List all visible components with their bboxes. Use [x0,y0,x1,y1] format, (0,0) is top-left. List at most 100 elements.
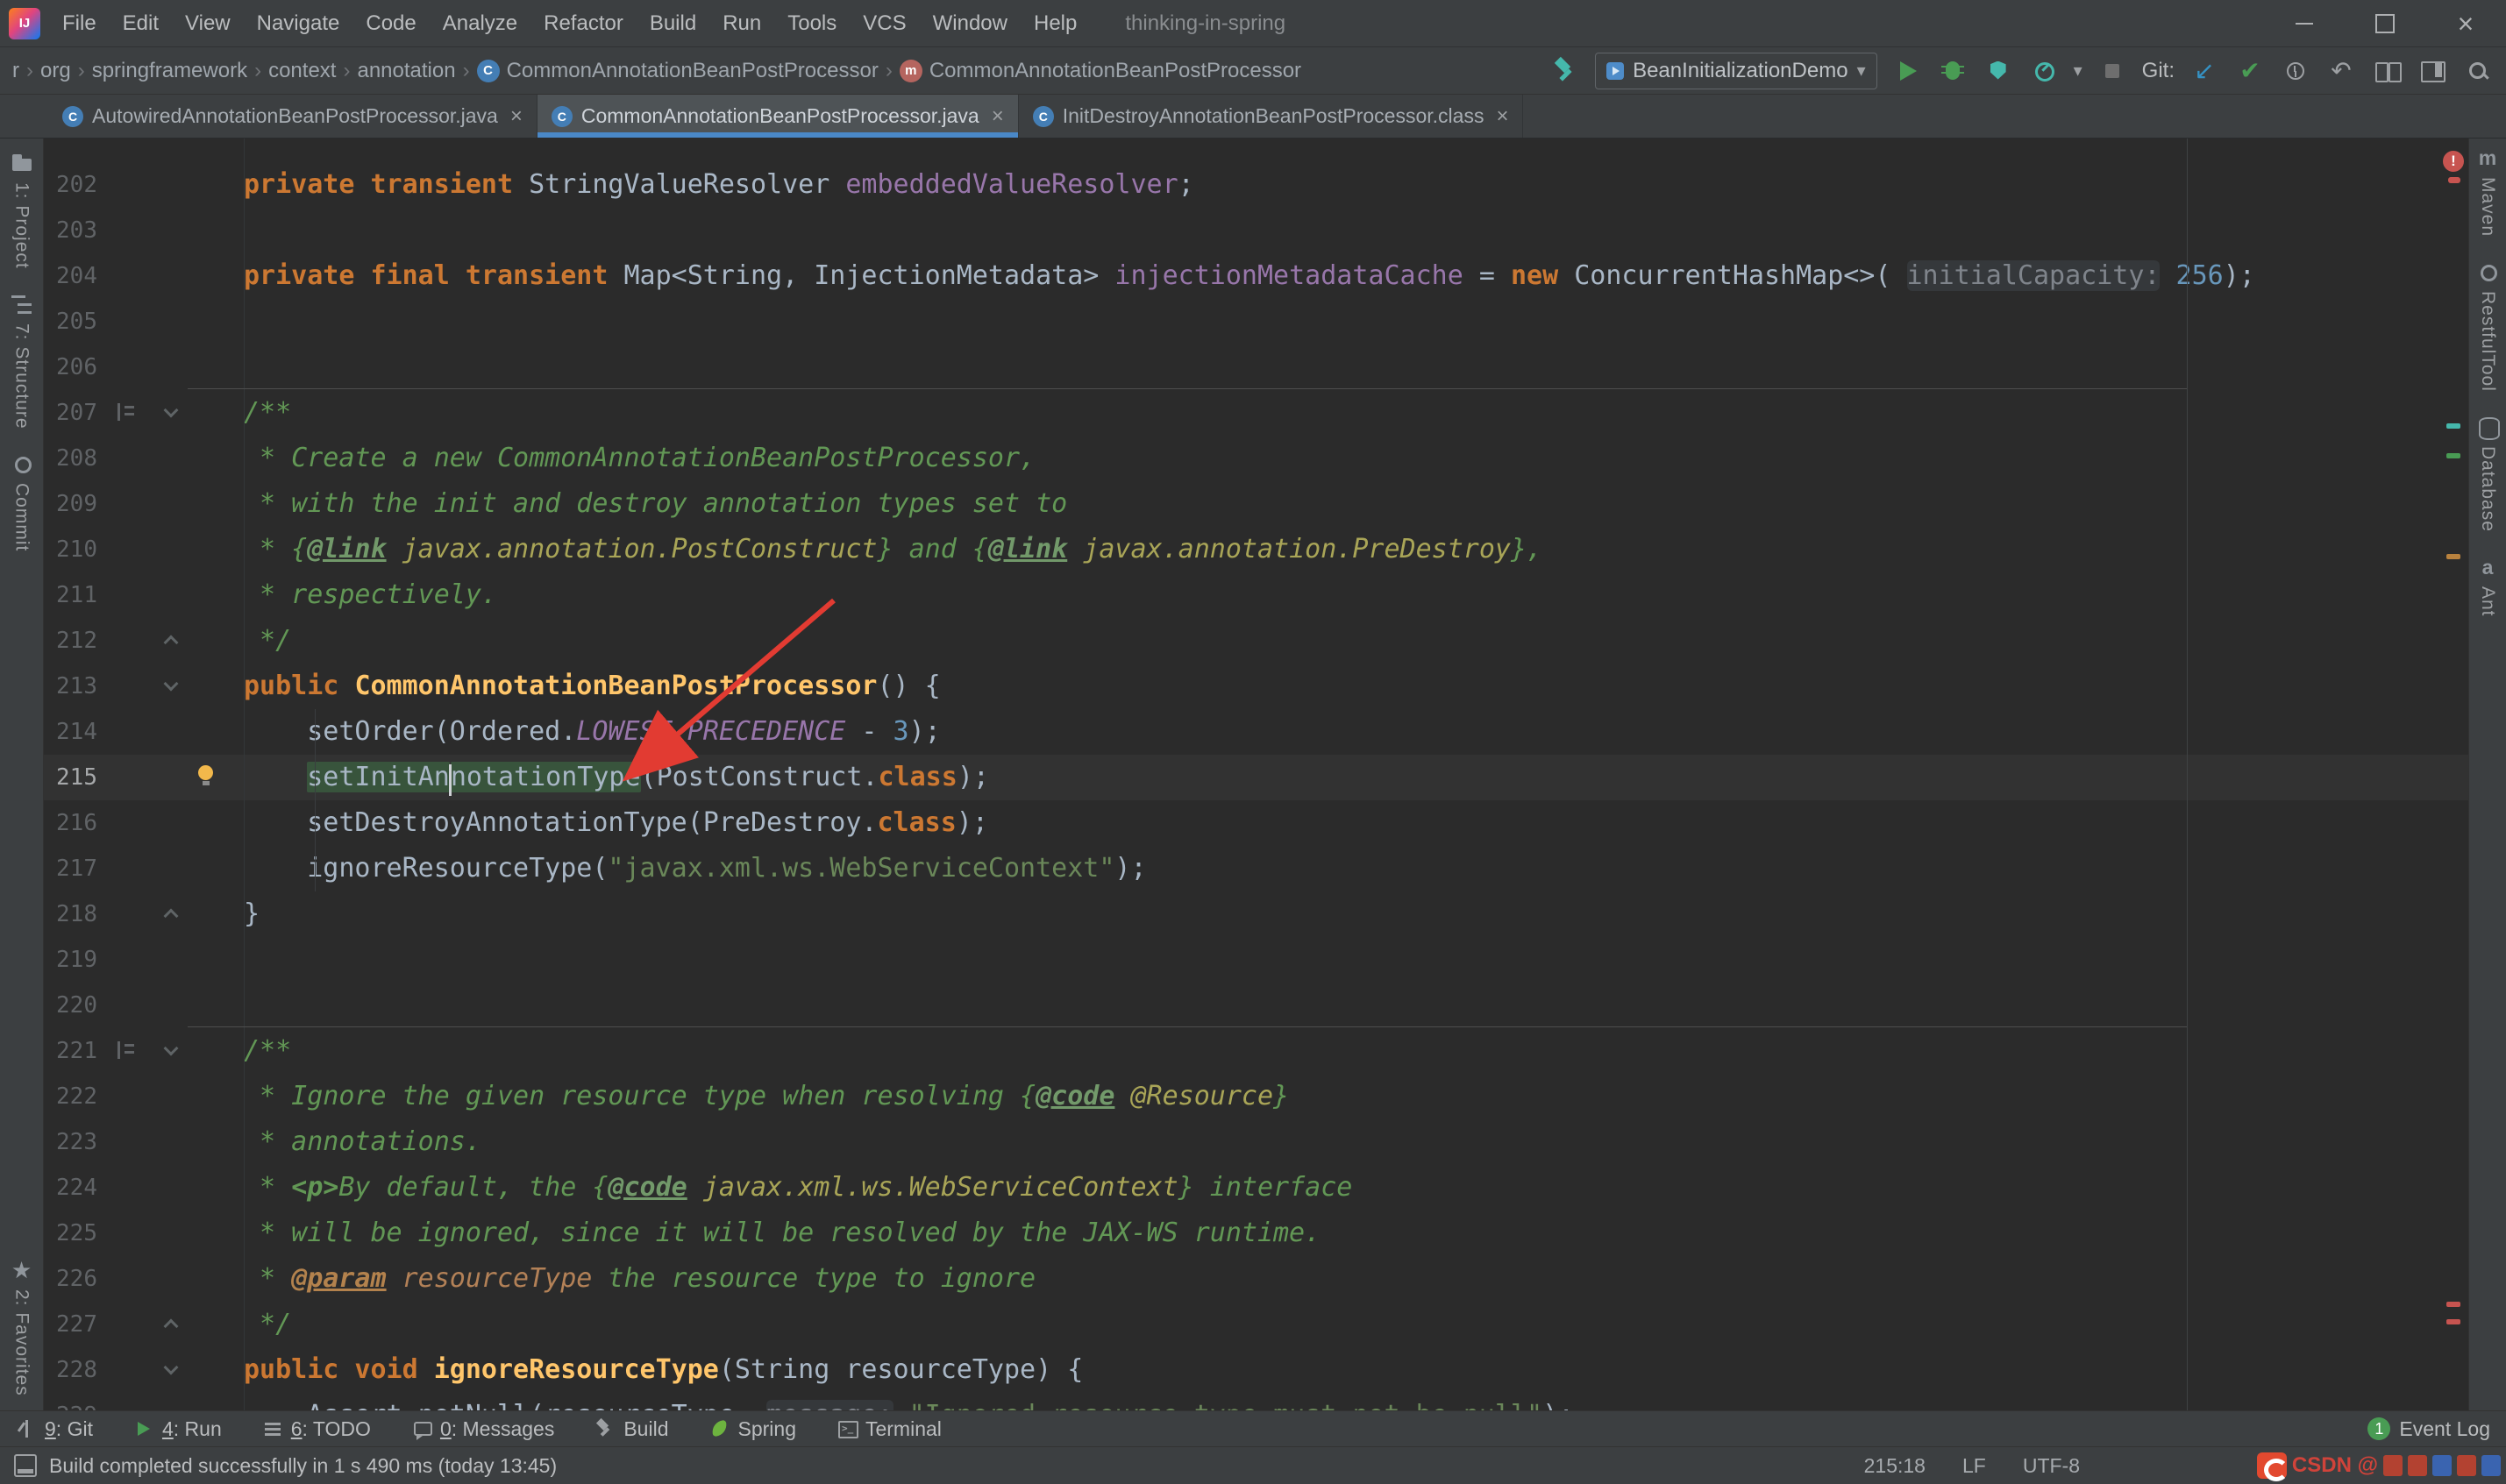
profiler-button[interactable] [2028,55,2060,87]
code-line-224[interactable]: 224 * <p>By default, the {@code javax.xm… [44,1165,2468,1211]
tool-window-button-todo[interactable]: 6: TODO [262,1417,371,1441]
tool-button-commit[interactable]: Commit [10,451,34,552]
editor-layout-button[interactable] [2417,55,2448,87]
code-line-207[interactable]: 207 /** [44,390,2468,436]
tool-window-button-git[interactable]: 9: Git [16,1417,93,1441]
breadcrumb-item-context[interactable]: context [268,59,336,83]
background-tasks-icon[interactable] [14,1454,37,1477]
menu-window[interactable]: Window [920,0,1021,46]
menu-build[interactable]: Build [637,0,709,46]
code-line-211[interactable]: 211 * respectively. [44,572,2468,618]
file-encoding[interactable]: UTF-8 [2023,1454,2080,1478]
tool-window-button-terminal[interactable]: Terminal [837,1417,942,1441]
breadcrumb-item-commonannotationbeanpostprocessor[interactable]: m CommonAnnotationBeanPostProcessor [899,59,1301,83]
code-line-214[interactable]: 214 setOrder(Ordered.LOWEST_PRECEDENCE -… [44,709,2468,755]
code-line-229[interactable]: 229 Assert.notNull(resourceType, message… [44,1393,2468,1410]
git-history-button[interactable] [2280,55,2311,87]
maximize-button[interactable] [2345,0,2425,46]
profiler-chevron-icon[interactable]: ▾ [2074,60,2082,82]
breadcrumb-item-commonannotationbeanpostprocessor[interactable]: C CommonAnnotationBeanPostProcessor [476,59,879,83]
search-everywhere-button[interactable] [2462,55,2494,87]
tool-window-button-build[interactable]: Build [594,1417,668,1441]
code-line-209[interactable]: 209 * with the init and destroy annotati… [44,481,2468,527]
menu-analyze[interactable]: Analyze [430,0,530,46]
tool-button-7-structure[interactable]: 7: Structure [10,292,34,429]
editor-tab-commonannotationbeanpostprocessor-java[interactable]: C CommonAnnotationBeanPostProcessor.java × [537,95,1019,138]
stop-button[interactable] [2097,55,2128,87]
menu-help[interactable]: Help [1021,0,1090,46]
menu-view[interactable]: View [172,0,244,46]
git-rollback-button[interactable]: ↶ [2325,55,2357,87]
menu-vcs[interactable]: VCS [850,0,919,46]
tool-window-button-spring[interactable]: Spring [709,1417,796,1441]
scrollbar-mark[interactable] [2446,554,2460,559]
code-line-202[interactable]: 202 private transient StringValueResolver… [44,162,2468,208]
git-update-button[interactable]: ↙ [2189,55,2220,87]
tool-window-button-messages[interactable]: 0: Messages [411,1417,554,1441]
fold-region-end-icon[interactable] [165,907,177,920]
diff-viewer-button[interactable] [2371,55,2403,87]
close-button[interactable]: × [2425,0,2506,46]
code-line-217[interactable]: 217 ignoreResourceType("javax.xml.ws.Web… [44,846,2468,891]
scrollbar-mark[interactable] [2446,1302,2460,1307]
editor[interactable]: 202 private transient StringValueResolver… [44,138,2468,1410]
run-button[interactable] [1891,55,1923,87]
code-line-203[interactable]: 203 [44,208,2468,253]
coverage-button[interactable] [1983,55,2014,87]
editor-tab-autowiredannotationbeanpostprocessor-java[interactable]: C AutowiredAnnotationBeanPostProcessor.ja… [48,95,538,138]
code-line-205[interactable]: 205 [44,299,2468,344]
menu-refactor[interactable]: Refactor [530,0,637,46]
tool-button-maven[interactable]: m Maven [2475,146,2500,237]
minimize-button[interactable] [2264,0,2345,46]
code-line-221[interactable]: 221 /** [44,1028,2468,1074]
debug-button[interactable] [1937,55,1968,87]
fold-region-end-icon[interactable] [165,634,177,646]
event-log-button[interactable]: 1 Event Log [2367,1417,2490,1441]
menu-code[interactable]: Code [352,0,429,46]
tool-button-2-favorites[interactable]: ★ 2: Favorites [10,1258,34,1396]
code-line-228[interactable]: 228 public void ignoreResourceType(String… [44,1347,2468,1393]
breadcrumb-item-org[interactable]: org [40,59,71,83]
menu-edit[interactable]: Edit [110,0,172,46]
run-configuration-select[interactable]: BeanInitializationDemo ▾ [1595,52,1877,89]
close-icon[interactable]: × [1496,104,1508,129]
scrollbar-mark[interactable] [2446,1319,2460,1324]
scrollbar-mark[interactable] [2446,423,2460,429]
inspections-widget[interactable]: ! [2443,151,2466,183]
render-doc-icon[interactable] [117,403,138,421]
breadcrumb-item-r[interactable]: r [12,59,19,83]
code-line-222[interactable]: 222 * Ignore the given resource type whe… [44,1074,2468,1119]
close-icon[interactable]: × [510,104,523,129]
tool-window-button-run[interactable]: 4: Run [133,1417,222,1441]
build-hammer-icon[interactable] [1549,55,1581,87]
fold-region-start-icon[interactable] [165,679,177,692]
fold-region-end-icon[interactable] [165,1317,177,1330]
code-line-215[interactable]: 215 setInitAnnotationType(PostConstruct.… [44,755,2468,800]
code-line-216[interactable]: 216 setDestroyAnnotationType(PreDestroy.… [44,800,2468,846]
git-commit-button[interactable]: ✔ [2234,55,2266,87]
scrollbar-mark[interactable] [2446,453,2460,458]
code-line-210[interactable]: 210 * {@link javax.annotation.PostConstr… [44,527,2468,572]
code-line-219[interactable]: 219 [44,937,2468,983]
caret-position[interactable]: 215:18 [1864,1454,1926,1478]
breadcrumb-item-annotation[interactable]: annotation [357,59,455,83]
code-line-226[interactable]: 226 * @param resourceType the resource t… [44,1256,2468,1302]
menu-navigate[interactable]: Navigate [244,0,353,46]
fold-region-start-icon[interactable] [165,406,177,418]
fold-region-start-icon[interactable] [165,1044,177,1056]
editor-tab-initdestroyannotationbeanpostprocessor-class[interactable]: C InitDestroyAnnotationBeanPostProcessor.… [1019,95,1524,138]
menu-tools[interactable]: Tools [774,0,850,46]
code-line-204[interactable]: 204 private final transient Map<String, I… [44,253,2468,299]
tool-button-ant[interactable]: a Ant [2475,555,2500,617]
code-line-218[interactable]: 218} [44,891,2468,937]
code-line-220[interactable]: 220 [44,983,2468,1028]
close-icon[interactable]: × [992,104,1004,129]
line-separator[interactable]: LF [1962,1454,1986,1478]
code-line-213[interactable]: 213 public CommonAnnotationBeanPostProces… [44,664,2468,709]
code-line-227[interactable]: 227 */ [44,1302,2468,1347]
tool-button-restfultool[interactable]: RestfulTool [2475,259,2500,392]
code-line-223[interactable]: 223 * annotations. [44,1119,2468,1165]
intention-bulb-icon[interactable] [196,765,216,786]
breadcrumb-item-springframework[interactable]: springframework [92,59,247,83]
code-line-206[interactable]: 206 [44,344,2468,390]
